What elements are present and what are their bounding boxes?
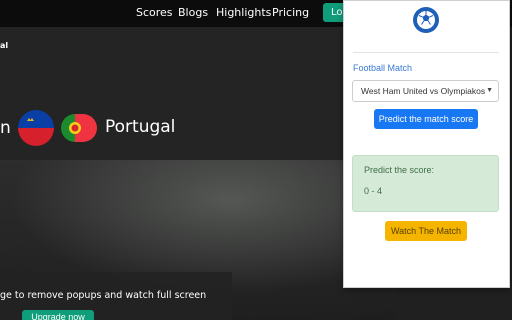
predict-score-button[interactable]: Predict the match score — [374, 109, 478, 129]
liechtenstein-flag-icon — [18, 110, 54, 146]
selected-match: West Ham United vs Olympiakos — [361, 86, 485, 96]
result-label: Predict the score: — [364, 165, 435, 175]
nav-scores[interactable]: Scores — [136, 6, 173, 19]
portugal-flag-icon — [61, 114, 97, 142]
chevron-down-icon: ▼ — [486, 87, 493, 94]
popup-divider — [353, 52, 499, 53]
nav-pricing[interactable]: Pricing — [272, 6, 309, 19]
match-select[interactable]: West Ham United vs Olympiakos ▼ — [352, 80, 499, 102]
upgrade-button[interactable]: Upgrade now — [22, 310, 94, 320]
soccer-ball-icon — [411, 5, 441, 35]
prediction-extension-popup: Football Match West Ham United vs Olympi… — [343, 0, 510, 288]
upgrade-message: ge to remove popups and watch full scree… — [0, 290, 207, 301]
nav-blogs[interactable]: Blogs — [178, 6, 208, 19]
nav-highlights[interactable]: Highlights — [216, 6, 271, 19]
site-logo-text: al — [0, 41, 9, 50]
away-team-name: Portugal — [105, 117, 176, 137]
watch-match-button[interactable]: Watch The Match — [385, 221, 467, 241]
predicted-score: 0 - 4 — [364, 186, 383, 196]
prediction-result: Predict the score: 0 - 4 — [352, 155, 499, 212]
home-team-name: n — [0, 118, 11, 138]
football-match-label: Football Match — [353, 63, 413, 73]
